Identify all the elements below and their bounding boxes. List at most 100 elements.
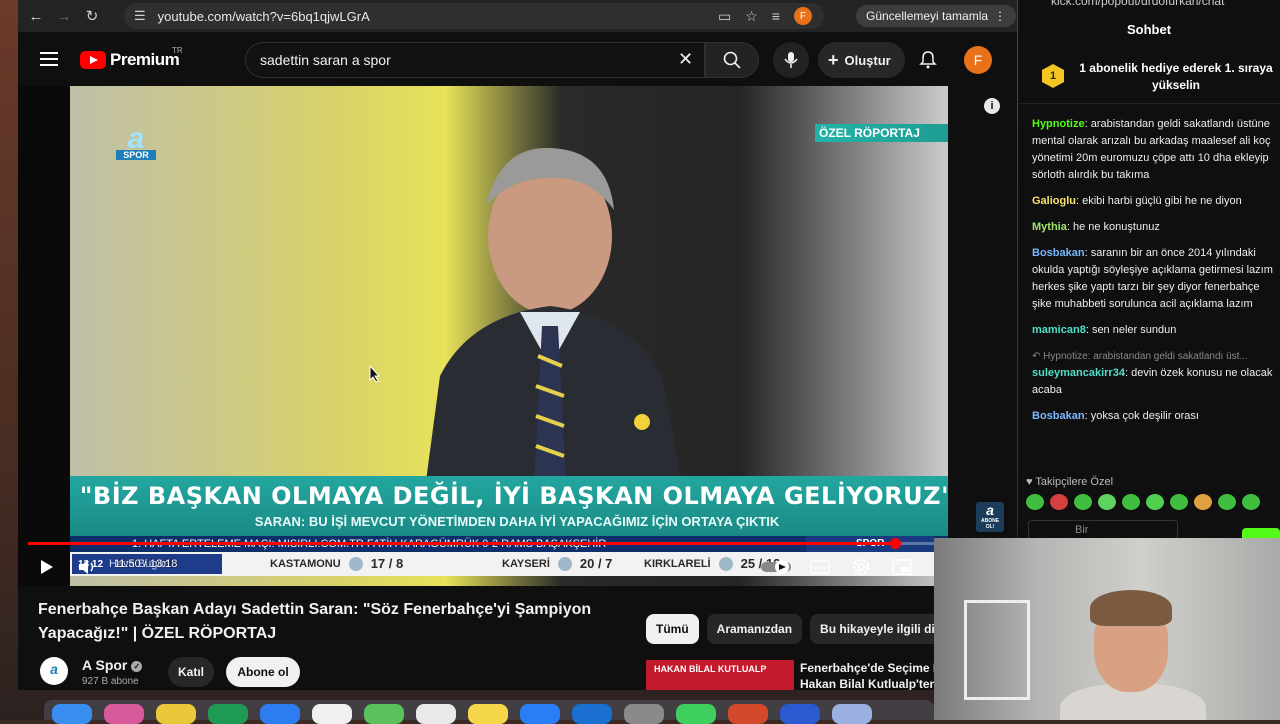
mic-icon bbox=[784, 52, 798, 68]
banner-subline: SARAN: BU İŞİ MEVCUT YÖNETİMDEN DAHA İYİ… bbox=[254, 514, 780, 529]
menu-icon[interactable] bbox=[40, 52, 58, 66]
settings-button[interactable] bbox=[852, 556, 870, 578]
chat-message: Bosbakan: yoksa çok deşilir orası bbox=[1032, 410, 1199, 422]
reading-list-icon[interactable]: ≡ bbox=[772, 8, 780, 24]
verified-icon: ✓ bbox=[131, 661, 143, 672]
app-store-icon[interactable] bbox=[520, 704, 560, 724]
interviewee-figure bbox=[420, 147, 690, 526]
reminders-icon[interactable] bbox=[416, 704, 456, 724]
chat-url: kick.com/popout/drdofurkan/chat bbox=[1051, 0, 1225, 8]
youtube-play-icon bbox=[80, 51, 106, 69]
chat-message: Galioglu: ekibi harbi güçlü gibi he ne d… bbox=[1032, 195, 1242, 207]
autoplay-toggle[interactable] bbox=[760, 556, 792, 578]
search-button[interactable] bbox=[705, 42, 759, 78]
play-button[interactable] bbox=[40, 556, 54, 578]
play-icon bbox=[41, 560, 53, 574]
emote-icon[interactable] bbox=[1242, 494, 1260, 510]
whatsapp-icon[interactable] bbox=[676, 704, 716, 724]
notifications-icon[interactable] bbox=[918, 50, 938, 70]
mail-icon[interactable] bbox=[260, 704, 300, 724]
emote-icon[interactable] bbox=[1194, 494, 1212, 510]
emote-icon[interactable] bbox=[1074, 494, 1092, 510]
install-icon[interactable]: ▭ bbox=[718, 8, 731, 25]
youtube-logo[interactable]: Premium bbox=[80, 50, 180, 70]
chip-all[interactable]: Tümü bbox=[646, 614, 699, 644]
chip-from-search[interactable]: Aramanızdan bbox=[706, 614, 803, 644]
preview-icon[interactable] bbox=[832, 704, 872, 724]
recommendation-title[interactable]: Fenerbahçe'de Seçime D Hakan Bilal Kutlu… bbox=[800, 660, 942, 690]
account-avatar[interactable]: F bbox=[964, 46, 992, 74]
subtitles-button[interactable] bbox=[810, 556, 830, 578]
site-settings-icon[interactable]: ☰ bbox=[134, 8, 146, 24]
create-button[interactable]: + Oluştur bbox=[818, 42, 905, 78]
subtitles-icon bbox=[810, 560, 830, 574]
browser-toolbar: ← → ↻ ☰ youtube.com/watch?v=6bq1qjwLGrA … bbox=[18, 0, 1017, 32]
time-display: 11:50 / 13:18 bbox=[114, 558, 178, 570]
finder-icon[interactable] bbox=[52, 704, 92, 724]
browser-window: ← → ↻ ☰ youtube.com/watch?v=6bq1qjwLGrA … bbox=[18, 0, 1017, 690]
emote-icon[interactable] bbox=[1146, 494, 1164, 510]
emote-icon[interactable] bbox=[1170, 494, 1188, 510]
volume-icon bbox=[79, 560, 94, 574]
chat-message: Mythia: he ne konuştunuz bbox=[1032, 221, 1160, 233]
chat-title: Sohbet bbox=[1126, 22, 1172, 37]
streamer-hair bbox=[1090, 590, 1172, 626]
chrome-icon[interactable] bbox=[156, 704, 196, 724]
emote-row bbox=[1026, 494, 1280, 510]
more-vert-icon: ⋮ bbox=[994, 9, 1007, 23]
youtube-header: Premium TR sadettin saran a spor ✕ + Olu… bbox=[18, 32, 1017, 88]
channel-avatar[interactable]: a bbox=[40, 657, 68, 685]
emote-icon[interactable] bbox=[1098, 494, 1116, 510]
voice-search-button[interactable] bbox=[773, 42, 809, 78]
chat-message: Hypnotize: arabistandan geldi sakatlandı… bbox=[1032, 118, 1271, 181]
info-icon[interactable]: i bbox=[984, 98, 1000, 114]
search-icon bbox=[723, 51, 741, 69]
join-button[interactable]: Katıl bbox=[168, 657, 214, 687]
progress-bar[interactable] bbox=[28, 538, 938, 549]
reply-preview: ↶ Hypnotize: arabistandan geldi sakatlan… bbox=[1032, 351, 1248, 362]
segment-tag: ÖZEL RÖPORTAJ bbox=[815, 124, 948, 142]
subscribe-button[interactable]: Abone ol bbox=[226, 657, 300, 687]
outlook-icon[interactable] bbox=[572, 704, 612, 724]
address-bar-actions: ▭ ☆ ≡ F bbox=[718, 3, 812, 29]
emote-icon[interactable] bbox=[1050, 494, 1068, 510]
calendar-icon[interactable] bbox=[312, 704, 352, 724]
emote-icon[interactable] bbox=[1026, 494, 1044, 510]
maps-icon[interactable] bbox=[364, 704, 404, 724]
forward-button[interactable]: → bbox=[50, 2, 78, 30]
desktop: ← → ↻ ☰ youtube.com/watch?v=6bq1qjwLGrA … bbox=[0, 0, 1280, 724]
chat-messages: Hypnotize: arabistandan geldi sakatlandı… bbox=[1032, 116, 1276, 434]
chat-panel: kick.com/popout/drdofurkan/chat Sohbet 1… bbox=[1018, 0, 1280, 540]
profile-icon[interactable]: F bbox=[793, 7, 812, 25]
weather-icon bbox=[718, 556, 733, 571]
back-button[interactable]: ← bbox=[22, 2, 50, 30]
weather-item: KASTAMONU 17 / 8 bbox=[270, 556, 404, 571]
subscribe-watermark[interactable]: a ABONE OL! bbox=[976, 502, 1004, 532]
update-button[interactable]: Güncellemeyi tamamla ⋮ bbox=[856, 5, 1017, 27]
video-player[interactable]: a SPOR ÖZEL RÖPORTAJ "BİZ BAŞKAN OLMAYA … bbox=[18, 86, 948, 586]
settings-app-icon[interactable] bbox=[624, 704, 664, 724]
chat-input[interactable]: Bir bbox=[1028, 520, 1178, 540]
chat-message: mamican8: sen neler sundun bbox=[1032, 324, 1177, 336]
search-input[interactable]: sadettin saran a spor bbox=[245, 42, 705, 78]
clear-search-icon[interactable]: ✕ bbox=[678, 49, 693, 70]
webcam-overlay bbox=[934, 538, 1280, 720]
rank-badge-icon: 1 bbox=[1042, 64, 1064, 88]
reload-button[interactable]: ↻ bbox=[78, 2, 106, 30]
weather-icon bbox=[348, 556, 363, 571]
weather-icon bbox=[557, 556, 572, 571]
sub-goal-banner[interactable]: 1 1 abonelik hediye ederek 1. sıraya yük… bbox=[1018, 46, 1280, 104]
emote-picker: ♥ Takipçilere Özel bbox=[1026, 476, 1280, 510]
emote-icon[interactable] bbox=[1218, 494, 1236, 510]
channel-name[interactable]: A Spor ✓ bbox=[82, 657, 143, 673]
recommendation-thumbnail[interactable]: HAKAN BİLAL KUTLUALP bbox=[646, 660, 794, 690]
excel-icon[interactable] bbox=[208, 704, 248, 724]
bookmark-star-icon[interactable]: ☆ bbox=[745, 8, 758, 25]
word-icon[interactable] bbox=[780, 704, 820, 724]
notes-icon[interactable] bbox=[468, 704, 508, 724]
mute-button[interactable] bbox=[78, 556, 96, 578]
launchpad-icon[interactable] bbox=[104, 704, 144, 724]
powerpoint-icon[interactable] bbox=[728, 704, 768, 724]
emote-icon[interactable] bbox=[1122, 494, 1140, 510]
miniplayer-button[interactable] bbox=[892, 556, 912, 578]
